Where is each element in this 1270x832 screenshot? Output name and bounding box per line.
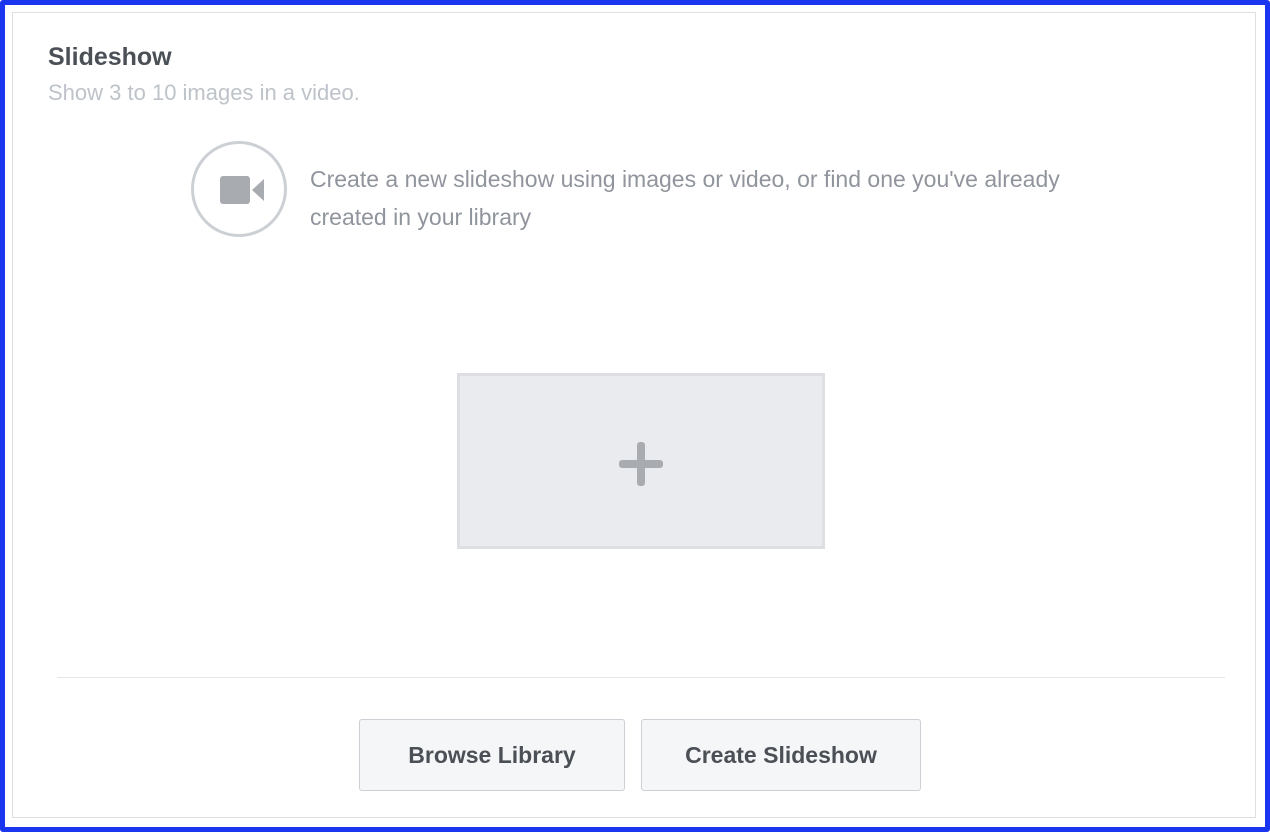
slideshow-panel-frame: Slideshow Show 3 to 10 images in a video… bbox=[0, 0, 1270, 832]
plus-icon bbox=[619, 442, 663, 486]
slideshow-info-text: Create a new slideshow using images or v… bbox=[310, 166, 1060, 230]
panel-title: Slideshow bbox=[48, 43, 172, 71]
video-camera-glyph bbox=[220, 176, 264, 204]
panel-subtitle: Show 3 to 10 images in a video. bbox=[48, 80, 360, 105]
add-media-tile[interactable] bbox=[457, 373, 825, 549]
create-slideshow-button[interactable]: Create Slideshow bbox=[641, 719, 921, 791]
browse-library-button[interactable]: Browse Library bbox=[359, 719, 625, 791]
video-camera-icon bbox=[191, 141, 287, 237]
footer-divider bbox=[57, 677, 1225, 678]
